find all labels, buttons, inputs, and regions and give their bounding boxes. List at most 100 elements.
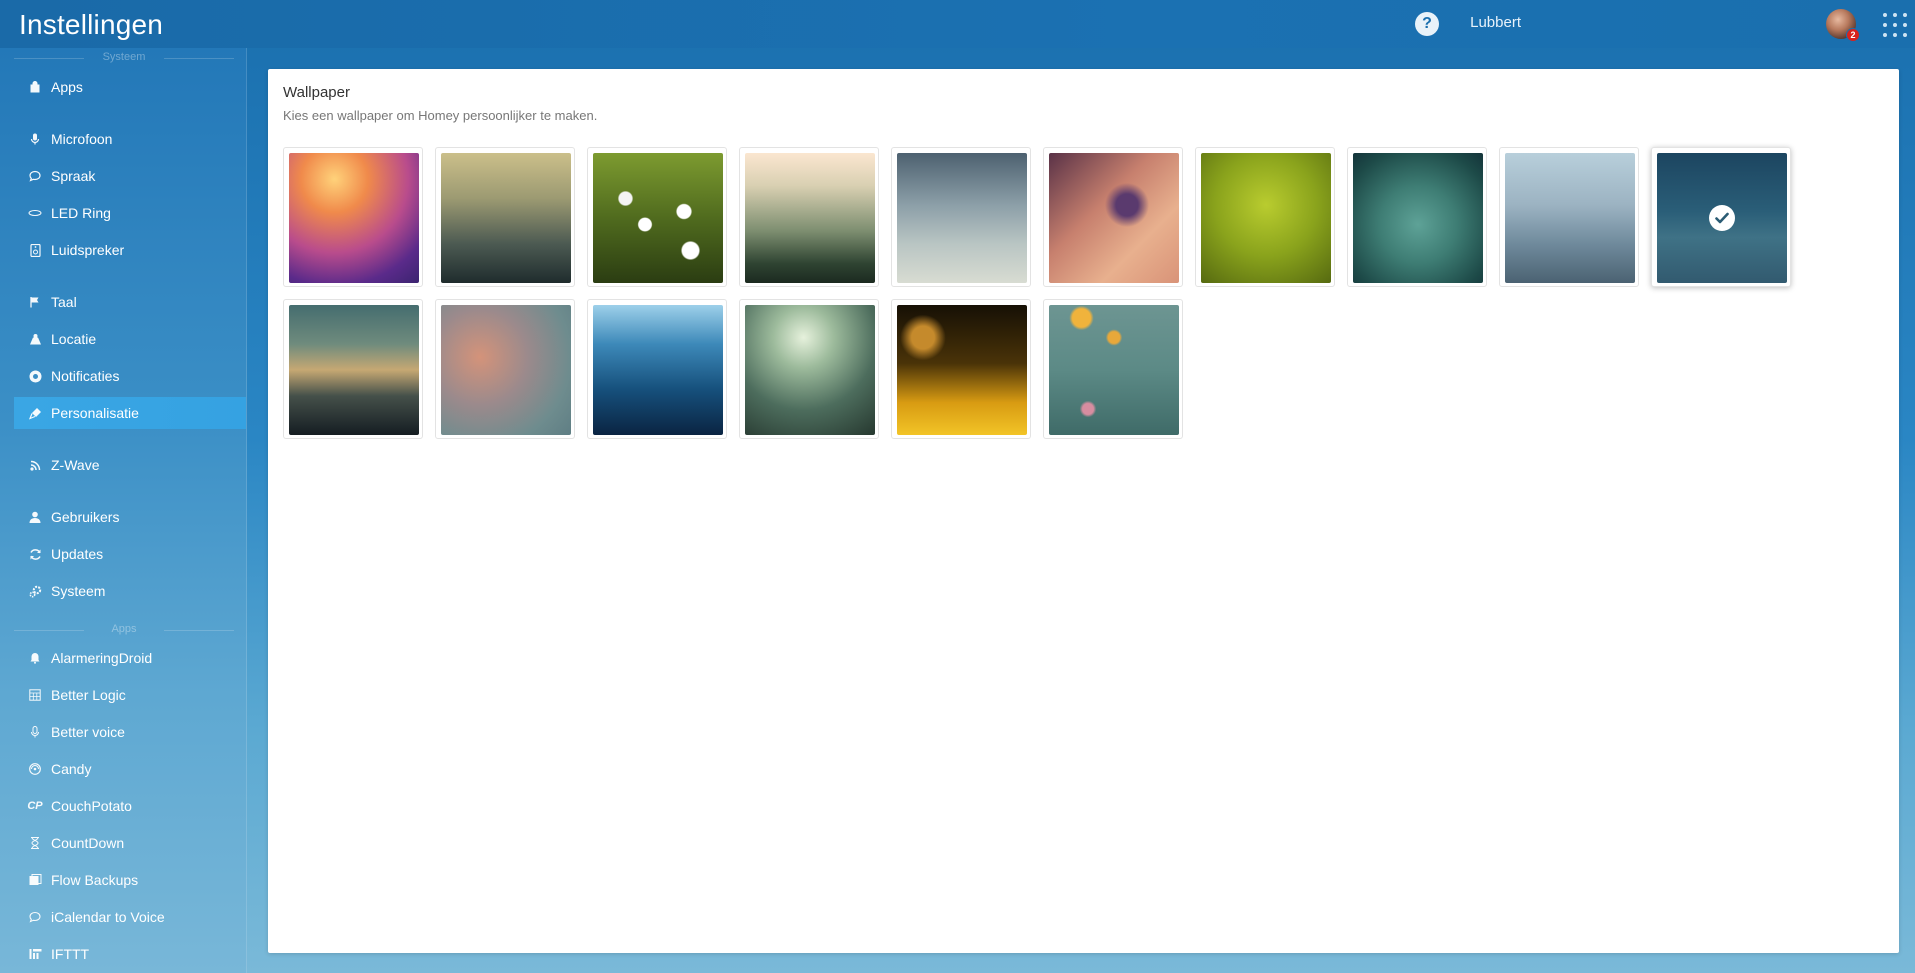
wallpaper-thumbnail-blue-ocean[interactable] <box>587 299 727 439</box>
wallpaper-thumbnail-purple-flower[interactable] <box>1043 147 1183 287</box>
wallpaper-image <box>1049 153 1179 283</box>
sidebar-item-label: Gebruikers <box>51 509 120 525</box>
section-label-apps: Apps <box>14 623 234 637</box>
sidebar-item-personalisatie[interactable]: Personalisatie <box>14 397 246 429</box>
sidebar-item-spraak[interactable]: Spraak <box>14 160 246 192</box>
sidebar-app-couchpotato[interactable]: CP CouchPotato <box>14 790 246 822</box>
sidebar-app-alarmeringdroid[interactable]: AlarmeringDroid <box>14 642 246 674</box>
wallpaper-image <box>593 153 723 283</box>
speech-bubble-icon <box>28 910 42 924</box>
wallpaper-thumbnail-warm-bokeh[interactable] <box>435 299 575 439</box>
wallpaper-thumbnail-grey-fog[interactable] <box>891 147 1031 287</box>
sidebar-item-locatie[interactable]: Locatie <box>14 323 246 355</box>
sidebar-item-label: Notificaties <box>51 368 120 384</box>
gears-icon <box>28 584 42 598</box>
location-icon <box>28 332 42 346</box>
sidebar-item-label: IFTTT <box>51 946 90 962</box>
sidebar-item-label: Apps <box>51 79 83 95</box>
wallpaper-image <box>745 305 875 435</box>
page-title: Instellingen <box>19 9 164 40</box>
wallpaper-thumbnail-forest-blur[interactable] <box>739 299 879 439</box>
sidebar-item-label: Locatie <box>51 331 97 347</box>
wallpaper-thumbnail-yellow-flowers[interactable] <box>1043 299 1183 439</box>
user-icon <box>28 510 42 524</box>
microphone-icon <box>28 132 42 146</box>
wallpaper-image <box>289 305 419 435</box>
sidebar-app-better-logic[interactable]: Better Logic <box>14 679 246 711</box>
wallpaper-thumbnail-dark-teal[interactable] <box>1651 147 1791 287</box>
help-icon[interactable]: ? <box>1415 12 1439 36</box>
ifttt-icon <box>28 947 42 961</box>
sidebar-item-label: Personalisatie <box>51 405 139 421</box>
sidebar-item-label: LED Ring <box>51 205 111 221</box>
wallpaper-image <box>1505 153 1635 283</box>
sidebar: Systeem Apps Microfoon Spraak LED Ring L… <box>0 48 247 973</box>
wallpaper-thumbnail-green-blur[interactable] <box>1195 147 1335 287</box>
sidebar-item-label: CountDown <box>51 835 125 851</box>
refresh-icon <box>28 547 42 561</box>
sidebar-item-microfoon[interactable]: Microfoon <box>14 123 246 155</box>
wallpaper-thumbnail-grass-field[interactable] <box>739 147 879 287</box>
wallpaper-panel: Wallpaper Kies een wallpaper om Homey pe… <box>268 69 1899 953</box>
wallpaper-image <box>289 153 419 283</box>
wallpaper-thumbnail-sunset-horizon[interactable] <box>283 299 423 439</box>
sidebar-item-apps[interactable]: Apps <box>14 71 246 103</box>
sidebar-app-candy[interactable]: Candy <box>14 753 246 785</box>
wallpaper-thumbnail-teal-glow[interactable] <box>1347 147 1487 287</box>
sidebar-item-label: Z-Wave <box>51 457 100 473</box>
sidebar-item-label: iCalendar to Voice <box>51 909 165 925</box>
check-icon <box>1709 205 1735 231</box>
backup-icon <box>28 873 42 887</box>
wallpaper-thumbnail-colorful-bokeh[interactable] <box>283 147 423 287</box>
sidebar-item-systeem[interactable]: Systeem <box>14 575 246 607</box>
sidebar-item-gebruikers[interactable]: Gebruikers <box>14 501 246 533</box>
sidebar-app-countdown[interactable]: CountDown <box>14 827 246 859</box>
sidebar-item-label: Better Logic <box>51 687 126 703</box>
sidebar-item-taal[interactable]: Taal <box>14 286 246 318</box>
sidebar-item-label: Luidspreker <box>51 242 125 258</box>
section-label-system: Systeem <box>14 51 234 65</box>
sidebar-item-updates[interactable]: Updates <box>14 538 246 570</box>
wallpaper-thumbnail-wheat-gold[interactable] <box>891 299 1031 439</box>
sidebar-item-label: Flow Backups <box>51 872 139 888</box>
apps-grid-icon[interactable] <box>1883 13 1907 37</box>
candy-icon <box>28 762 42 776</box>
microphone-icon <box>28 725 42 739</box>
user-name[interactable]: Lubbert <box>1470 14 1521 31</box>
paint-icon <box>28 406 42 420</box>
sidebar-item-label: Microfoon <box>51 131 113 147</box>
sidebar-item-led-ring[interactable]: LED Ring <box>14 197 246 229</box>
zwave-icon <box>28 458 42 472</box>
sidebar-app-ifttt[interactable]: IFTTT <box>14 938 246 970</box>
wallpaper-image <box>897 305 1027 435</box>
notification-icon <box>28 369 42 383</box>
wallpaper-image <box>1201 153 1331 283</box>
sidebar-app-icalendar-to-voice[interactable]: iCalendar to Voice <box>14 901 246 933</box>
sidebar-item-luidspreker[interactable]: Luidspreker <box>14 234 246 266</box>
sidebar-item-z-wave[interactable]: Z-Wave <box>14 449 246 481</box>
calculator-icon <box>28 688 42 702</box>
sidebar-item-label: Taal <box>51 294 77 310</box>
sidebar-item-label: Better voice <box>51 724 125 740</box>
flag-icon <box>28 295 42 309</box>
wallpaper-image <box>1657 153 1787 283</box>
wallpaper-image <box>441 153 571 283</box>
wallpaper-thumbnail-olive-dusk[interactable] <box>435 147 575 287</box>
wallpaper-image <box>441 305 571 435</box>
led-ring-icon <box>28 206 42 220</box>
sidebar-item-notificaties[interactable]: Notificaties <box>14 360 246 392</box>
sidebar-app-better-voice[interactable]: Better voice <box>14 716 246 748</box>
sidebar-app-flow-backups[interactable]: Flow Backups <box>14 864 246 896</box>
wallpaper-thumbnail-rainy-window[interactable] <box>1499 147 1639 287</box>
wallpaper-image <box>897 153 1027 283</box>
wallpaper-image <box>745 153 875 283</box>
sidebar-item-label: Candy <box>51 761 92 777</box>
wallpaper-thumbnail-daisies[interactable] <box>587 147 727 287</box>
bag-icon <box>28 80 42 94</box>
speech-bubble-icon <box>28 169 42 183</box>
panel-subtitle: Kies een wallpaper om Homey persoonlijke… <box>283 108 598 123</box>
top-bar: Instellingen ? Lubbert 2 <box>0 0 1915 48</box>
sidebar-item-label: Spraak <box>51 168 96 184</box>
sidebar-item-label: Updates <box>51 546 104 562</box>
notification-badge: 2 <box>1846 28 1860 42</box>
